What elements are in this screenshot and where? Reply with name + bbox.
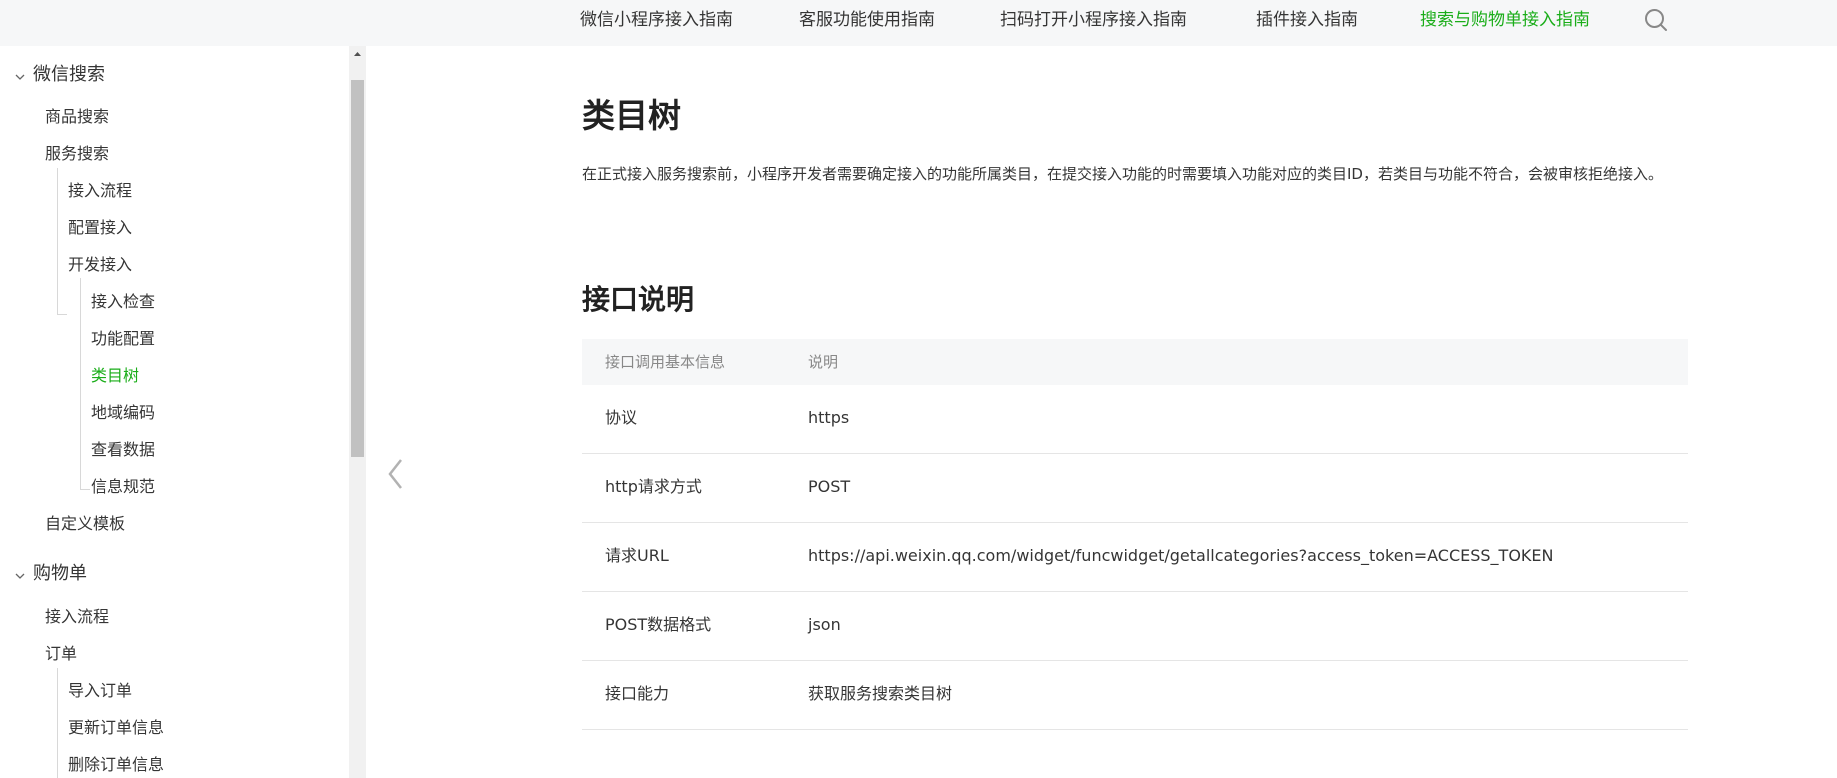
sidebar-item-feature-config[interactable]: 功能配置: [91, 328, 155, 350]
sidebar-item-shopping-access-flow[interactable]: 接入流程: [45, 606, 109, 628]
nav-item-scan-code-guide[interactable]: 扫码打开小程序接入指南: [1000, 9, 1187, 31]
chevron-down-icon[interactable]: [15, 571, 25, 581]
sidebar-item-delete-order[interactable]: 删除订单信息: [68, 754, 164, 776]
chevron-left-icon[interactable]: [385, 456, 407, 492]
sidebar-item-orders[interactable]: 订单: [45, 643, 77, 665]
table-cell-key: http请求方式: [605, 477, 702, 496]
table-row: POST数据格式 json: [582, 592, 1688, 661]
table-cell-value: POST: [808, 477, 851, 496]
sidebar-item-region-code[interactable]: 地域编码: [91, 402, 155, 424]
sidebar-item-info-spec[interactable]: 信息规范: [91, 476, 155, 498]
sidebar-group-wechat-search[interactable]: 微信搜索: [33, 62, 105, 88]
sidebar-item-access-flow[interactable]: 接入流程: [68, 180, 132, 202]
column-header: 说明: [808, 353, 839, 371]
table-cell-value: https: [808, 408, 850, 427]
sidebar-item-custom-template[interactable]: 自定义模板: [45, 513, 125, 535]
nav-item-search-shopping-guide[interactable]: 搜索与购物单接入指南: [1420, 9, 1590, 31]
table-cell-key: 请求URL: [605, 546, 669, 565]
table-cell-value: https://api.weixin.qq.com/widget/funcwid…: [808, 546, 1554, 565]
table-header: 接口调用基本信息 说明: [582, 339, 1688, 385]
top-navigation: 微信小程序接入指南 客服功能使用指南 扫码打开小程序接入指南 插件接入指南 搜索…: [0, 0, 1837, 46]
nav-item-miniprogram-guide[interactable]: 微信小程序接入指南: [580, 9, 733, 31]
column-header: 接口调用基本信息: [605, 353, 726, 371]
chevron-down-icon[interactable]: [15, 72, 25, 82]
sidebar-item-config-access[interactable]: 配置接入: [68, 217, 132, 239]
sidebar-item-dev-access[interactable]: 开发接入: [68, 254, 132, 276]
table-row: 协议 https: [582, 385, 1688, 454]
intro-paragraph: 在正式接入服务搜索前，小程序开发者需要确定接入的功能所属类目，在提交接入功能的时…: [582, 165, 1663, 183]
table-row: 接口能力 获取服务搜索类目树: [582, 661, 1688, 730]
scroll-up-arrow-icon[interactable]: [351, 48, 364, 60]
tree-line: [57, 168, 67, 315]
sidebar-item-import-order[interactable]: 导入订单: [68, 680, 132, 702]
tree-line: [57, 668, 67, 778]
sidebar-item-update-order[interactable]: 更新订单信息: [68, 717, 164, 739]
table-row: 请求URL https://api.weixin.qq.com/widget/f…: [582, 523, 1688, 592]
table-cell-key: 接口能力: [605, 684, 670, 703]
table-cell-value: json: [808, 615, 841, 634]
table-cell-key: POST数据格式: [605, 615, 712, 634]
api-info-table: 接口调用基本信息 说明 协议 https http请求方式 POST 请求URL…: [582, 339, 1688, 730]
section-title: 接口说明: [582, 283, 695, 316]
tree-line: [80, 278, 90, 490]
sidebar-item-category-tree[interactable]: 类目树: [91, 365, 139, 387]
sidebar-item-product-search[interactable]: 商品搜索: [45, 106, 109, 128]
table-cell-value: 获取服务搜索类目树: [808, 684, 953, 703]
table-cell-key: 协议: [605, 408, 638, 427]
table-row: http请求方式 POST: [582, 454, 1688, 523]
sidebar: 微信搜索 商品搜索 服务搜索 接入流程 配置接入 开发接入 接入检查 功能配置 …: [0, 46, 366, 778]
page-title: 类目树: [582, 96, 681, 135]
sidebar-item-service-search[interactable]: 服务搜索: [45, 143, 109, 165]
search-icon[interactable]: [1642, 6, 1670, 34]
scrollbar-thumb[interactable]: [351, 80, 364, 457]
nav-item-customer-service-guide[interactable]: 客服功能使用指南: [799, 9, 935, 31]
sidebar-item-view-data[interactable]: 查看数据: [91, 439, 155, 461]
nav-item-plugin-guide[interactable]: 插件接入指南: [1256, 9, 1358, 31]
sidebar-group-shopping-list[interactable]: 购物单: [33, 561, 87, 587]
sidebar-item-access-check[interactable]: 接入检查: [91, 291, 155, 313]
